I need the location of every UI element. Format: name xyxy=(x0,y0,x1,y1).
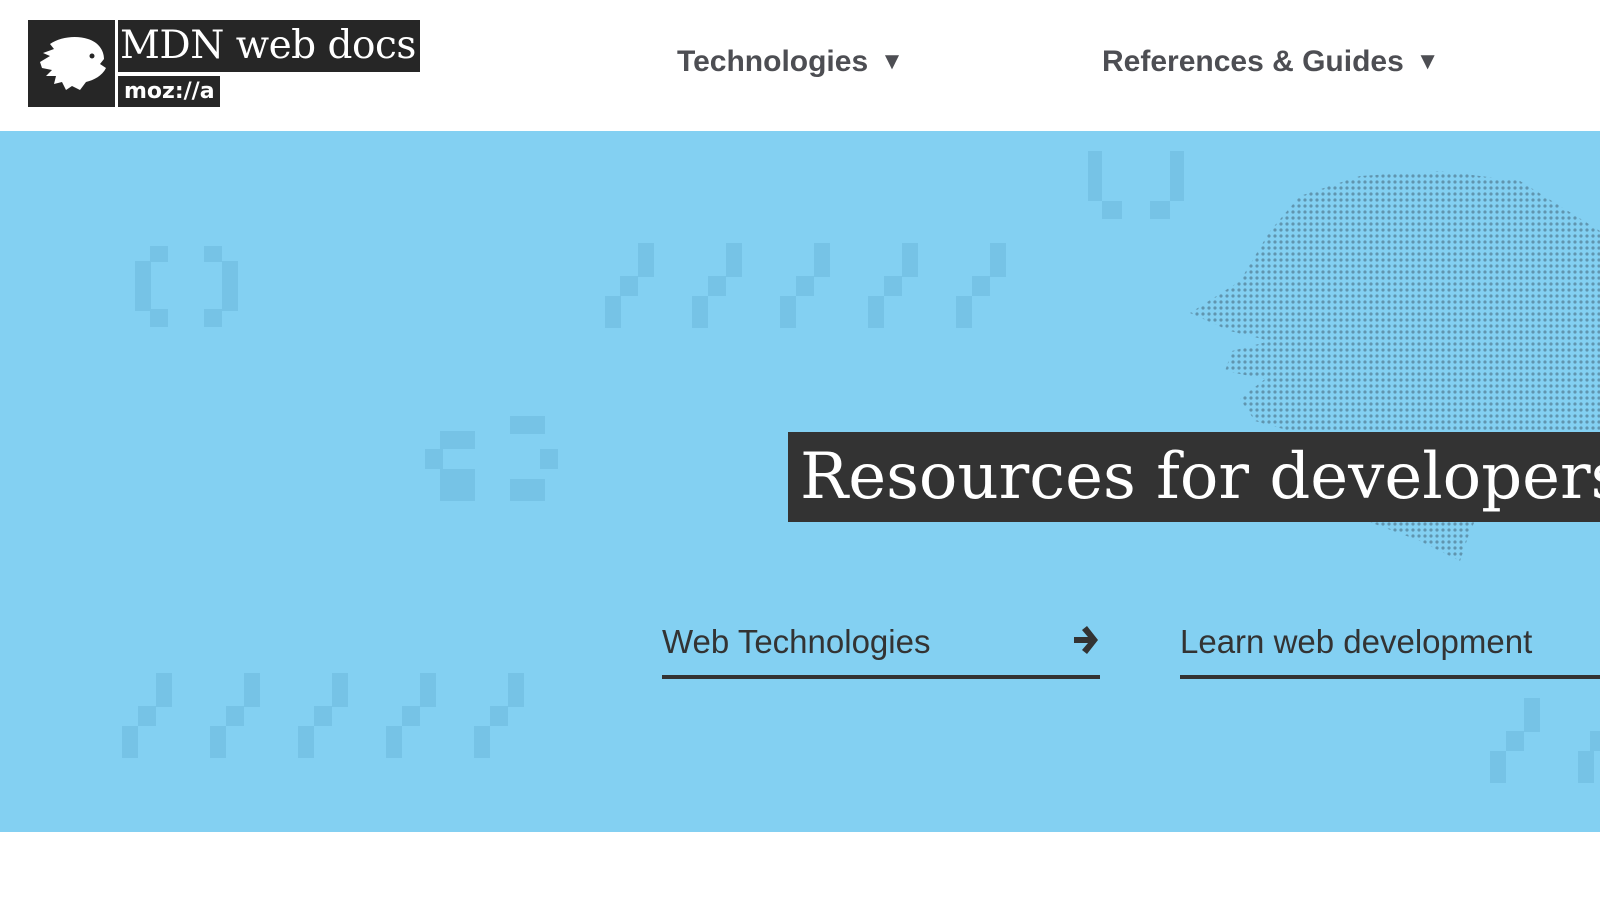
nav-references-guides[interactable]: References & Guides ▼ xyxy=(1102,40,1440,84)
mdn-logo-link[interactable]: MDN web docs moz://a xyxy=(28,19,428,107)
hero-title: Resources for developers, xyxy=(788,432,1600,522)
nav-references-guides-label: References & Guides xyxy=(1102,45,1404,78)
hero-banner: Resources for developers, Web Technologi… xyxy=(0,131,1600,832)
web-technologies-label: Web Technologies xyxy=(662,623,931,660)
web-technologies-link[interactable]: Web Technologies xyxy=(662,611,1100,679)
caret-down-icon: ▼ xyxy=(1415,48,1440,75)
nav-technologies[interactable]: Technologies ▼ xyxy=(677,40,904,84)
logo-wordmark: MDN web docs xyxy=(118,20,420,72)
learn-web-development-label: Learn web development xyxy=(1180,623,1533,660)
mozilla-wordmark: moz://a xyxy=(118,76,220,107)
nav-technologies-label: Technologies xyxy=(677,45,869,78)
arrow-right-icon xyxy=(1074,626,1098,654)
site-header: MDN web docs moz://a Technologies ▼ Refer… xyxy=(0,0,1600,131)
learn-web-development-link[interactable]: Learn web development xyxy=(1180,611,1600,679)
caret-down-icon: ▼ xyxy=(880,48,904,75)
dinosaur-icon xyxy=(28,20,115,107)
